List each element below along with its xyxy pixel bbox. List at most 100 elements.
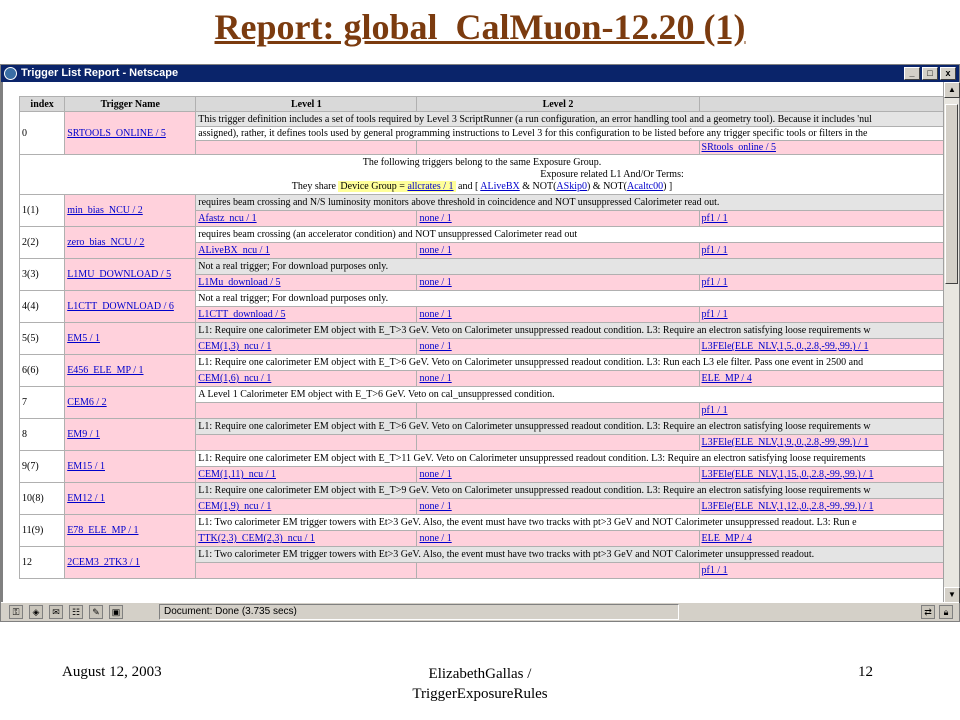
device-group-label: Device Group = allcrates / 1 [338, 180, 456, 192]
l3-link[interactable]: pf1 / 1 [702, 309, 728, 320]
scroll-thumb[interactable] [945, 104, 958, 284]
l1-cell: CEM(1,9)_ncu / 1 [195, 498, 418, 515]
l3-link[interactable]: SRtools_online / 5 [702, 142, 776, 153]
trigger-name-link[interactable]: zero_bias_NCU / 2 [67, 237, 144, 248]
l3-link[interactable]: L3FEle(ELE_NLV,1,9.,0.,2.8,-99.,99.) / 1 [702, 437, 869, 448]
l2-link[interactable]: none / 1 [419, 533, 451, 544]
row-description: L1: Require one calorimeter EM object wi… [195, 354, 945, 371]
l1-cell: CEM(1,3)_ncu / 1 [195, 338, 418, 355]
share-and: and [458, 180, 473, 192]
trigger-rows: 1(1) min_bias_NCU / 2 requires beam crossi… [18, 194, 945, 579]
security-icon[interactable]: ⚿ [9, 605, 23, 619]
component-icon[interactable]: ▣ [109, 605, 123, 619]
close-button[interactable]: x [940, 67, 956, 80]
acaltc00-link[interactable]: Acaltc00 [627, 181, 663, 192]
l1-link[interactable]: L1Mu_download / 5 [198, 277, 280, 288]
table-row: 11(9) E78_ELE_MP / 1 L1: Two calorimeter E… [18, 514, 945, 547]
scroll-down-icon[interactable]: ▼ [944, 587, 960, 603]
scroll-up-icon[interactable]: ▲ [944, 82, 960, 98]
row-description: Not a real trigger; For download purpose… [195, 258, 945, 275]
l3-link[interactable]: ELE_MP / 4 [702, 533, 752, 544]
l3-link[interactable]: ELE_MP / 4 [702, 373, 752, 384]
trigger-name-cell: E456_ELE_MP / 1 [64, 354, 197, 387]
trigger-name-link[interactable]: E456_ELE_MP / 1 [67, 365, 143, 376]
trigger-name-cell: EM9 / 1 [64, 418, 197, 451]
askip0-link[interactable]: ASkip0 [556, 181, 587, 192]
l3-link[interactable]: pf1 / 1 [702, 277, 728, 288]
row-index: 0 [18, 111, 66, 155]
trigger-name-link[interactable]: EM12 / 1 [67, 493, 105, 504]
l1-cell [195, 402, 418, 419]
navigator-icon[interactable]: ◈ [29, 605, 43, 619]
l1-link[interactable]: TTK(2,3)_CEM(2,3)_ncu / 1 [198, 533, 315, 544]
l3-link[interactable]: L3FEle(ELE_NLV,1,5.,0.,2.8,-99.,99.) / 1 [702, 341, 869, 352]
connection-icon: ⇄ [921, 605, 935, 619]
l2-link[interactable]: none / 1 [419, 373, 451, 384]
l3-link[interactable]: pf1 / 1 [702, 405, 728, 416]
trigger-name-link[interactable]: EM15 / 1 [67, 461, 105, 472]
trigger-name-cell: EM5 / 1 [64, 322, 197, 355]
news-icon[interactable]: ☷ [69, 605, 83, 619]
composer-icon[interactable]: ✎ [89, 605, 103, 619]
l1-link[interactable]: ALiveBX_ncu / 1 [198, 245, 270, 256]
l3-link[interactable]: pf1 / 1 [702, 213, 728, 224]
trigger-name-link[interactable]: L1CTT_DOWNLOAD / 6 [67, 301, 174, 312]
table-row: 0 SRTOOLS_ONLINE / 5 This trigger defini… [18, 111, 945, 155]
l1-link[interactable]: CEM(1,11)_ncu / 1 [198, 469, 276, 480]
l1-link[interactable]: CEM(1,3)_ncu / 1 [198, 341, 271, 352]
trigger-name-link[interactable]: E78_ELE_MP / 1 [67, 525, 138, 536]
group-line3: They share Device Group = allcrates / 1 … [22, 180, 942, 193]
l1-link[interactable]: CEM(1,6)_ncu / 1 [198, 373, 271, 384]
vertical-scrollbar[interactable]: ▲ ▼ [943, 82, 960, 603]
lock-icon: 🔒︎ [939, 605, 953, 619]
trigger-name-link[interactable]: SRTOOLS_ONLINE / 5 [67, 128, 166, 139]
trigger-name-link[interactable]: min_bias_NCU / 2 [67, 205, 143, 216]
header-level3 [698, 96, 945, 112]
terms-close: ) ] [663, 180, 673, 192]
table-row: 2(2) zero_bias_NCU / 2 requires beam cross… [18, 226, 945, 259]
row-index: 3(3) [18, 258, 66, 291]
allcrates-link[interactable]: allcrates / 1 [407, 181, 453, 192]
row-index: 12 [18, 546, 66, 579]
maximize-button[interactable]: □ [922, 67, 938, 80]
l1-link[interactable]: L1CTT_download / 5 [198, 309, 285, 320]
l2-link[interactable]: none / 1 [419, 213, 451, 224]
window-title: Trigger List Report - Netscape [21, 67, 179, 79]
and-not-2: ) & NOT( [586, 180, 627, 192]
table-row: 3(3) L1MU_DOWNLOAD / 5 Not a real trigger;… [18, 258, 945, 291]
mail-icon[interactable]: ✉ [49, 605, 63, 619]
trigger-name-link[interactable]: 2CEM3_2TK3 / 1 [67, 557, 140, 568]
l2-link[interactable]: none / 1 [419, 309, 451, 320]
l1-cell: Afastz_ncu / 1 [195, 210, 418, 227]
l2-link[interactable]: none / 1 [419, 469, 451, 480]
alivebx-link[interactable]: ALiveBX [480, 181, 519, 192]
table-row: 10(8) EM12 / 1 L1: Require one calorimeter… [18, 482, 945, 515]
l2-link[interactable]: none / 1 [419, 341, 451, 352]
slide-title: Report: global_CalMuon-12.20 (1) [214, 7, 746, 47]
l2-link[interactable]: none / 1 [419, 277, 451, 288]
row-description: L1: Require one calorimeter EM object wi… [195, 450, 945, 467]
trigger-name-link[interactable]: CEM6 / 2 [67, 397, 106, 408]
trigger-name-cell: 2CEM3_2TK3 / 1 [64, 546, 197, 579]
table-row: 1(1) min_bias_NCU / 2 requires beam crossi… [18, 194, 945, 227]
l3-link[interactable]: L3FEle(ELE_NLV,1,15.,0.,2.8,-99.,99.) / … [702, 469, 874, 480]
l3-link[interactable]: L3FEle(ELE_NLV,1,12.,0.,2.8,-99.,99.) / … [702, 501, 874, 512]
l3-link[interactable]: pf1 / 1 [702, 565, 728, 576]
trigger-name-cell: L1MU_DOWNLOAD / 5 [64, 258, 197, 291]
trigger-name-link[interactable]: EM5 / 1 [67, 333, 100, 344]
minimize-button[interactable]: _ [904, 67, 920, 80]
l1-link[interactable]: Afastz_ncu / 1 [198, 213, 256, 224]
trigger-name-link[interactable]: L1MU_DOWNLOAD / 5 [67, 269, 171, 280]
l2-link[interactable]: none / 1 [419, 501, 451, 512]
l3-cell: pf1 / 1 [698, 402, 945, 419]
l3-cell: pf1 / 1 [698, 562, 945, 579]
footer-date: August 12, 2003 [62, 664, 162, 680]
trigger-name-link[interactable]: EM9 / 1 [67, 429, 100, 440]
l2-cell: none / 1 [416, 498, 700, 515]
window-titlebar[interactable]: Trigger List Report - Netscape _ □ x [1, 65, 959, 82]
l1-cell: L1Mu_download / 5 [195, 274, 418, 291]
l1-link[interactable]: CEM(1,9)_ncu / 1 [198, 501, 271, 512]
l2-link[interactable]: none / 1 [419, 245, 451, 256]
table-row: 8 EM9 / 1 L1: Require one calorimeter EM o… [18, 418, 945, 451]
l3-link[interactable]: pf1 / 1 [702, 245, 728, 256]
